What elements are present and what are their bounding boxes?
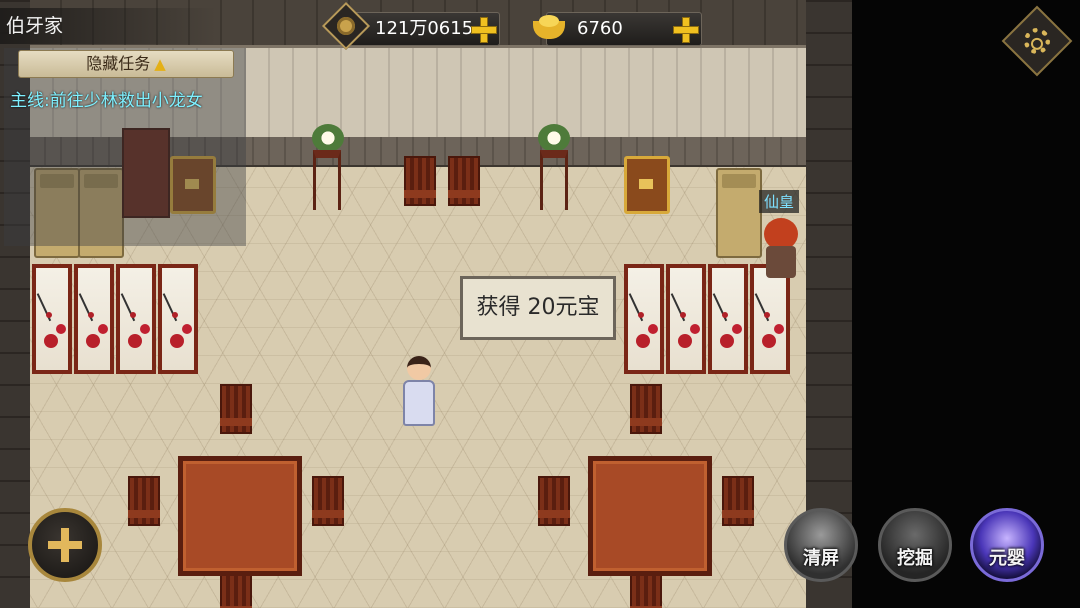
letterbox-right	[852, 0, 1080, 608]
clear-screen-button[interactable]: 清屏	[784, 508, 858, 582]
expand-menu-button[interactable]	[28, 508, 102, 582]
chair	[630, 384, 662, 434]
plant-stand	[540, 150, 568, 210]
chair	[312, 476, 344, 526]
chair	[538, 476, 570, 526]
treasure-chest[interactable]	[624, 156, 670, 214]
folding-screen	[624, 264, 792, 374]
gold-value: 6760	[577, 18, 623, 39]
add-gold-button[interactable]	[673, 17, 699, 43]
folding-screen	[32, 264, 200, 374]
npc-name-label: 仙皇	[759, 190, 800, 213]
reward-toast: 获得 20元宝	[460, 276, 616, 340]
hidden-quest-tab[interactable]: 隐藏任务 ▲	[18, 50, 234, 78]
copper-value: 121万0615	[375, 18, 474, 39]
plant-stand	[313, 150, 341, 210]
add-copper-button[interactable]	[471, 17, 497, 43]
flower-pot	[312, 124, 344, 152]
chair	[630, 572, 662, 608]
flower-pot	[538, 124, 570, 152]
gear-icon	[1018, 22, 1056, 60]
chair	[128, 476, 160, 526]
chair	[220, 384, 252, 434]
bed	[716, 168, 762, 258]
location-title: 伯牙家	[0, 8, 216, 44]
chair	[722, 476, 754, 526]
table	[588, 456, 712, 576]
chair	[404, 156, 436, 206]
hidden-quest-label: 隐藏任务	[86, 54, 151, 73]
player-character	[398, 350, 440, 436]
chair	[448, 156, 480, 206]
chair	[220, 572, 252, 608]
gold-currency: 6760	[533, 12, 702, 46]
npc-character[interactable]	[760, 218, 800, 278]
copper-currency: 121万0615	[321, 1, 500, 51]
nascent-soul-button[interactable]: 元婴	[970, 508, 1044, 582]
gold-ingot-icon	[529, 9, 569, 45]
warning-icon: ▲	[154, 55, 166, 73]
main-quest-text[interactable]: 主线:前往少林救出小龙女	[10, 86, 203, 111]
table	[178, 456, 302, 576]
dig-button[interactable]: 挖掘	[878, 508, 952, 582]
